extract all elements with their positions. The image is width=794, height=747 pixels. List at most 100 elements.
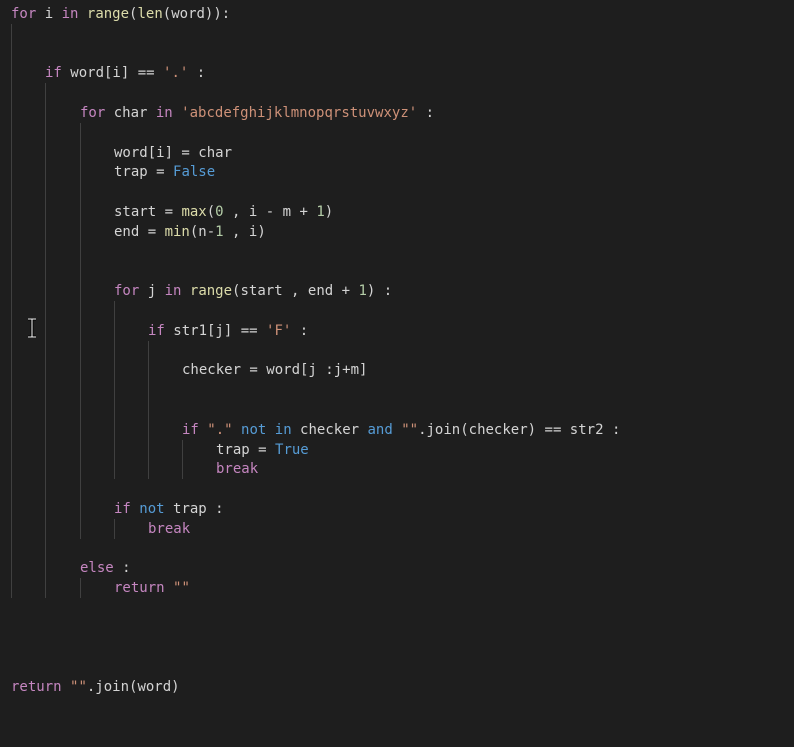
code-token: for xyxy=(114,283,140,299)
indent-guide xyxy=(80,578,81,598)
code-token: "" xyxy=(173,580,190,596)
code-token: return xyxy=(11,679,62,695)
code-token: j xyxy=(139,283,165,299)
code-token: "" xyxy=(401,422,419,438)
indent-guide xyxy=(114,301,115,479)
code-line-trap-false: trap = False xyxy=(114,162,215,182)
code-token: 'abcdefghijklmnopqrstuvwxyz' xyxy=(181,105,418,121)
code-token: else xyxy=(80,560,114,576)
code-token: and xyxy=(367,422,393,438)
code-line-start: start = max(0 , i - m + 1) xyxy=(114,202,333,222)
indent-guide xyxy=(11,24,12,598)
code-token: ) xyxy=(324,204,334,220)
code-line-checker: checker = word[j :j+m] xyxy=(182,360,367,380)
code-token: end = xyxy=(114,224,165,240)
code-token: checker xyxy=(291,422,368,438)
code-token: for xyxy=(11,6,37,22)
code-token: for xyxy=(80,105,106,121)
code-token: 1 xyxy=(215,224,224,240)
code-token: in xyxy=(274,422,292,438)
code-line-break-inner: break xyxy=(216,459,258,479)
indent-guide xyxy=(45,83,46,598)
code-token: range xyxy=(189,283,233,299)
code-token: .join(word) xyxy=(86,679,180,695)
code-line-if-checker: if "." not in checker and "".join(checke… xyxy=(182,420,620,440)
code-token: ( xyxy=(206,204,216,220)
code-line-return-join: return "".join(word) xyxy=(11,677,180,697)
code-token: str1[j] == xyxy=(164,323,267,339)
code-token: min xyxy=(164,224,190,240)
indent-guide xyxy=(114,519,115,539)
code-token: "" xyxy=(70,679,87,695)
code-token: 'F' xyxy=(266,323,292,339)
text-ibeam-cursor-icon xyxy=(28,318,36,338)
code-token: , i) xyxy=(223,224,266,240)
code-token: start = xyxy=(114,204,182,220)
code-token: (start , end + xyxy=(232,283,359,299)
code-token: if xyxy=(45,65,62,81)
code-token: False xyxy=(173,164,216,180)
code-token: max xyxy=(181,204,207,220)
code-line-if-word: if word[i] == '.' : xyxy=(45,63,205,83)
code-line-if-not-trap: if not trap : xyxy=(114,499,224,519)
code-token: : xyxy=(417,105,435,121)
code-token: not xyxy=(139,501,165,517)
code-token: if xyxy=(182,422,199,438)
code-line-for-j: for j in range(start , end + 1) : xyxy=(114,281,392,301)
code-line-trap-true: trap = True xyxy=(216,440,309,460)
code-token: '.' xyxy=(163,65,189,81)
code-token: return xyxy=(114,580,165,596)
code-token: if xyxy=(114,501,131,517)
code-editor[interactable]: for i in range(len(word)): if word[i] ==… xyxy=(0,0,794,747)
code-token: in xyxy=(61,6,79,22)
code-token: 0 xyxy=(215,204,224,220)
code-token: not xyxy=(241,422,267,438)
code-line-return-empty: return "" xyxy=(114,578,190,598)
code-token: (word)): xyxy=(162,6,231,22)
indent-guide xyxy=(148,341,149,479)
code-line-else: else : xyxy=(80,558,131,578)
code-token: len xyxy=(137,6,163,22)
code-token: ) : xyxy=(366,283,393,299)
code-token: trap = xyxy=(114,164,174,180)
code-token: word[i] == xyxy=(61,65,164,81)
indent-guide xyxy=(182,440,183,479)
code-token: trap = xyxy=(216,442,276,458)
code-token: : xyxy=(188,65,206,81)
code-token: checker = word[j :j+m] xyxy=(182,362,368,378)
code-line-end: end = min(n-1 , i) xyxy=(114,222,266,242)
code-token: : xyxy=(291,323,309,339)
code-token: in xyxy=(155,105,173,121)
code-line-for-i: for i in range(len(word)): xyxy=(11,4,230,24)
indent-guide xyxy=(80,123,81,539)
code-token: , i - m + xyxy=(223,204,317,220)
code-token: trap : xyxy=(164,501,224,517)
code-token: if xyxy=(148,323,165,339)
code-token: in xyxy=(164,283,182,299)
code-token: (n- xyxy=(189,224,216,240)
code-token: .join(checker) == str2 : xyxy=(418,422,621,438)
code-token: char xyxy=(105,105,156,121)
code-token: word[i] = char xyxy=(114,145,233,161)
code-token: break xyxy=(216,461,259,477)
code-token: 1 xyxy=(316,204,325,220)
code-token: break xyxy=(148,521,191,537)
code-line-break-outer: break xyxy=(148,519,190,539)
code-token: "." xyxy=(207,422,233,438)
code-token: : xyxy=(113,560,131,576)
code-line-assign-char: word[i] = char xyxy=(114,143,232,163)
code-token: 1 xyxy=(358,283,367,299)
code-token: True xyxy=(275,442,309,458)
code-line-if-str1: if str1[j] == 'F' : xyxy=(148,321,308,341)
code-token: i xyxy=(36,6,62,22)
code-token: range xyxy=(86,6,130,22)
code-line-for-char: for char in 'abcdefghijklmnopqrstuvwxyz'… xyxy=(80,103,434,123)
